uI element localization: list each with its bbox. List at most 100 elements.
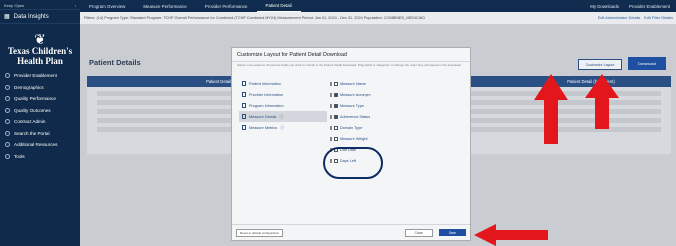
category-label: Provider Information	[249, 92, 284, 97]
drag-handle-icon[interactable]	[330, 92, 332, 97]
sidebar-top: Keep Open ‹	[0, 0, 80, 10]
field-checkbox[interactable]	[334, 103, 338, 108]
field-checkbox[interactable]	[334, 92, 338, 97]
field-label: Measure Weight	[340, 136, 368, 141]
sidebar-item-label: Search the Portal	[14, 130, 50, 136]
category-program-information[interactable]: Program Information	[239, 100, 327, 111]
modal-footer: Reset to default configuration Close Sav…	[232, 224, 470, 240]
field-label: Measure Acronym	[340, 92, 371, 97]
sidebar-item-label: Additional Resources	[14, 142, 58, 148]
category-label: Measure Details	[249, 114, 277, 119]
highlight-circle	[323, 147, 383, 179]
field-label: Domain Type	[340, 125, 363, 130]
info-icon[interactable]: ⓘ	[280, 125, 284, 131]
field-measure-acronym[interactable]: Measure Acronym	[330, 89, 450, 100]
document-icon	[242, 125, 246, 130]
field-measure-name[interactable]: Measure Name	[330, 78, 450, 89]
sidebar-item-label: Quality Performance	[14, 96, 56, 102]
category-measure-details[interactable]: Measure Details ⓘ	[239, 111, 327, 122]
sidebar-item-contract-admin[interactable]: Contract Admin	[0, 116, 80, 128]
drag-handle-icon[interactable]	[330, 136, 332, 141]
sidebar-item-label: Tools	[14, 153, 25, 159]
category-provider-information[interactable]: Provider Information	[239, 89, 327, 100]
field-checkbox[interactable]	[334, 114, 338, 119]
sidebar-item-label: Demographics	[14, 84, 44, 90]
document-icon	[242, 92, 246, 97]
info-icon[interactable]: ⓘ	[279, 114, 283, 120]
col-header-patient-detail: Patient Detail	[206, 79, 231, 84]
field-checkbox[interactable]	[334, 136, 338, 141]
field-measure-weight[interactable]: Measure Weight	[330, 133, 450, 144]
filter-summary[interactable]: Filters: (14) Program Type: Standard Pro…	[84, 16, 425, 20]
category-label: Measure Metrics	[249, 125, 278, 130]
download-button[interactable]: Download	[628, 57, 666, 70]
edit-admin-link[interactable]: Edit Administrator Details	[598, 16, 640, 20]
quality-icon	[5, 96, 10, 102]
app-title: Data Insights	[13, 13, 49, 20]
close-button[interactable]: Close	[404, 228, 433, 237]
app-title-bar: ▦ Data Insights	[0, 10, 80, 24]
field-label: Measure Name	[340, 81, 366, 86]
category-measure-metrics[interactable]: Measure Metrics ⓘ	[239, 122, 327, 133]
my-downloads-menu[interactable]: My Downloads	[590, 4, 619, 9]
category-label: Program Information	[249, 103, 284, 108]
document-icon	[242, 81, 246, 86]
sidebar-item-additional-resources[interactable]: Additional Resources	[0, 139, 80, 151]
modal-title: Customize Layout for Patient Detail Down…	[232, 48, 470, 62]
category-label: Patient Information	[249, 81, 281, 86]
customize-layout-button[interactable]: Customize Layout	[578, 59, 622, 70]
sidebar-item-tools[interactable]: Tools	[0, 151, 80, 163]
field-label: Adherence Status	[340, 114, 371, 119]
field-domain-type[interactable]: Domain Type	[330, 122, 450, 133]
demographics-icon	[5, 84, 10, 90]
field-checkbox[interactable]	[334, 125, 338, 130]
sidebar-item-search[interactable]: Search the Portal	[0, 128, 80, 140]
drag-handle-icon[interactable]	[330, 103, 332, 108]
keep-open-toggle[interactable]: Keep Open	[4, 3, 24, 8]
field-measure-type[interactable]: Measure Type	[330, 100, 450, 111]
edit-filter-link[interactable]: Edit Filter Details	[644, 16, 673, 20]
top-nav-right: My Downloads Provider Enablement	[590, 4, 676, 9]
tab-program-overview[interactable]: Program Overview	[80, 0, 134, 12]
field-label: Measure Type	[340, 103, 364, 108]
sidebar-item-demographics[interactable]: Demographics	[0, 82, 80, 94]
provider-enablement-menu[interactable]: Provider Enablement	[629, 4, 670, 9]
arrow-up-download	[585, 74, 619, 129]
outcomes-icon	[5, 107, 10, 113]
sidebar: Keep Open ‹ ▦ Data Insights ❦ Texas Chil…	[0, 0, 80, 246]
sidebar-item-label: Provider Enablement	[14, 73, 57, 79]
customize-layout-modal: Customize Layout for Patient Detail Down…	[231, 47, 471, 241]
reset-default-button[interactable]: Reset to default configuration	[236, 228, 284, 237]
tab-provider-performance[interactable]: Provider Performance	[196, 0, 257, 12]
sidebar-item-label: Contract Admin	[14, 119, 46, 125]
filter-bar: Filters: (14) Program Type: Standard Pro…	[80, 12, 676, 24]
save-button[interactable]: Save	[438, 229, 466, 236]
collapse-icon[interactable]: ‹	[75, 3, 76, 8]
drag-handle-icon[interactable]	[330, 125, 332, 130]
modal-description: Select or de-select to choose the fields…	[237, 63, 462, 67]
drag-handle-icon[interactable]	[330, 81, 332, 86]
field-checkbox[interactable]	[334, 81, 338, 86]
field-adherence-status[interactable]: Adherence Status	[330, 111, 450, 122]
tools-icon	[5, 153, 10, 159]
document-icon	[242, 103, 246, 108]
page-title: Patient Details	[89, 58, 141, 67]
logo-name-line1: Texas Children's	[7, 46, 73, 56]
category-patient-information[interactable]: Patient Information	[239, 78, 327, 89]
sidebar-item-quality-performance[interactable]: Quality Performance	[0, 93, 80, 105]
sidebar-item-quality-outcomes[interactable]: Quality Outcomes	[0, 105, 80, 117]
contract-icon	[5, 119, 10, 125]
search-icon	[5, 130, 10, 136]
arrow-left-save-icon	[474, 224, 548, 246]
filter-links: Edit Administrator Details Edit Filter D…	[598, 16, 676, 20]
tab-patient-detail[interactable]: Patient Detail	[256, 0, 301, 12]
grid-icon: ▦	[4, 14, 10, 20]
sidebar-item-provider-enablement[interactable]: Provider Enablement	[0, 70, 80, 82]
category-list: Patient Information Provider Information…	[239, 78, 327, 133]
logo-name-line2: Health Plan	[17, 56, 63, 66]
link-icon	[5, 142, 10, 148]
drag-handle-icon[interactable]	[330, 114, 332, 119]
tab-measure-performance[interactable]: Measure Performance	[134, 0, 195, 12]
arrow-up-customize	[534, 74, 568, 144]
brand-logo: ❦ Texas Children's Health Plan	[0, 24, 80, 70]
